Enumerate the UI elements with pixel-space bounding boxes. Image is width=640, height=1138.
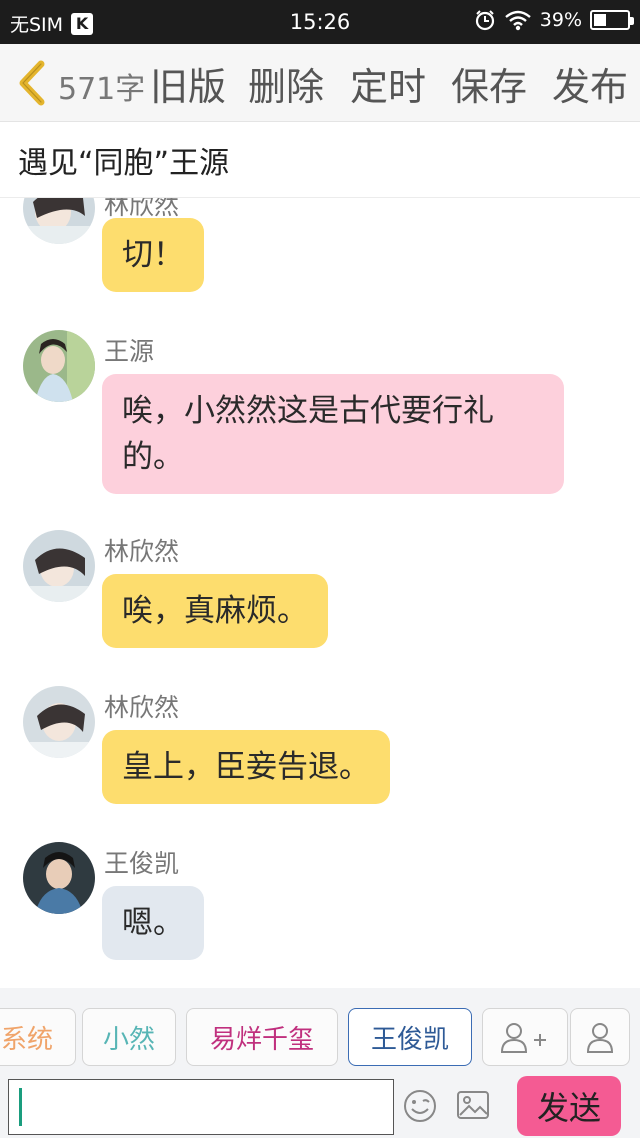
add-role-icon: [500, 1023, 546, 1053]
linxinran-avatar[interactable]: [23, 530, 95, 602]
send-button[interactable]: 发送: [517, 1076, 621, 1136]
linxinran-avatar[interactable]: [23, 686, 95, 758]
role-label: 易烊千玺: [209, 1024, 314, 1055]
battery-icon: [590, 10, 634, 30]
role-manage-button[interactable]: [570, 1008, 630, 1066]
image-icon[interactable]: [456, 1090, 490, 1120]
word-count: 571字: [58, 72, 146, 107]
wangyuan-avatar[interactable]: [23, 330, 95, 402]
battery-percent: 39%: [539, 9, 582, 31]
delete-button[interactable]: 删除: [248, 56, 324, 111]
role-label: 系统: [0, 1024, 53, 1055]
role-chip-xiaoran[interactable]: 小然: [82, 1008, 176, 1066]
chapter-title[interactable]: 遇见“同胞”王源: [18, 138, 229, 182]
speaker-name: 王俊凯: [104, 849, 180, 878]
message-input[interactable]: [8, 1079, 394, 1135]
portrait-image: [23, 330, 95, 402]
save-button[interactable]: 保存: [451, 56, 527, 111]
battery-fill: [594, 14, 606, 26]
portrait-image: [23, 842, 95, 914]
alarm-icon: [475, 10, 494, 31]
speaker-name: 林欣然: [104, 537, 180, 566]
role-selector: 系统 小然 易烊千玺 王俊凯: [0, 988, 640, 1074]
message-bubble[interactable]: 唉，小然然这是古代要行礼的。: [102, 374, 564, 494]
chat-area[interactable]: 林欣然 切！ 王源 唉，小然然这是古代要行礼的。 林欣然 唉，真麻烦。 林欣然 …: [0, 198, 640, 988]
message-bubble[interactable]: 皇上，臣妾告退。: [102, 730, 390, 804]
role-manage-icon: [586, 1023, 614, 1053]
add-role-button[interactable]: [482, 1008, 568, 1066]
schedule-button[interactable]: 定时: [350, 56, 426, 111]
portrait-image: [23, 198, 95, 244]
wangjunkai-avatar[interactable]: [23, 842, 95, 914]
message-bubble[interactable]: 嗯。: [102, 886, 204, 960]
message-bubble[interactable]: 切！: [102, 218, 204, 292]
portrait-image: [23, 530, 95, 602]
linxinran-avatar[interactable]: [23, 198, 95, 244]
input-bar: 发送: [0, 1074, 640, 1138]
speaker-name: 林欣然: [104, 693, 180, 722]
portrait-image: [23, 686, 95, 758]
role-chip-system[interactable]: 系统: [0, 1008, 76, 1066]
editor-toolbar: 571字 旧版 删除 定时 保存 发布: [0, 44, 640, 122]
status-bar: 无SIM K 15:26 39%: [0, 0, 640, 44]
speaker-name: 王源: [104, 337, 155, 366]
message-bubble[interactable]: 唉，真麻烦。: [102, 574, 328, 648]
chevron-left-icon: [19, 60, 45, 106]
role-label: 王俊凯: [370, 1024, 449, 1055]
old-version-button[interactable]: 旧版: [150, 56, 226, 111]
role-chip-yiyangqianxi[interactable]: 易烊千玺: [186, 1008, 338, 1066]
back-button[interactable]: [12, 58, 52, 108]
wifi-icon: [504, 10, 531, 31]
role-label: 小然: [102, 1024, 155, 1055]
chapter-title-row[interactable]: 遇见“同胞”王源: [0, 122, 640, 198]
role-chip-wangjunkai[interactable]: 王俊凯: [348, 1008, 472, 1066]
text-cursor: [19, 1088, 22, 1126]
emoji-icon[interactable]: [402, 1088, 438, 1124]
status-right: 39%: [474, 9, 634, 31]
publish-button[interactable]: 发布: [552, 56, 628, 111]
